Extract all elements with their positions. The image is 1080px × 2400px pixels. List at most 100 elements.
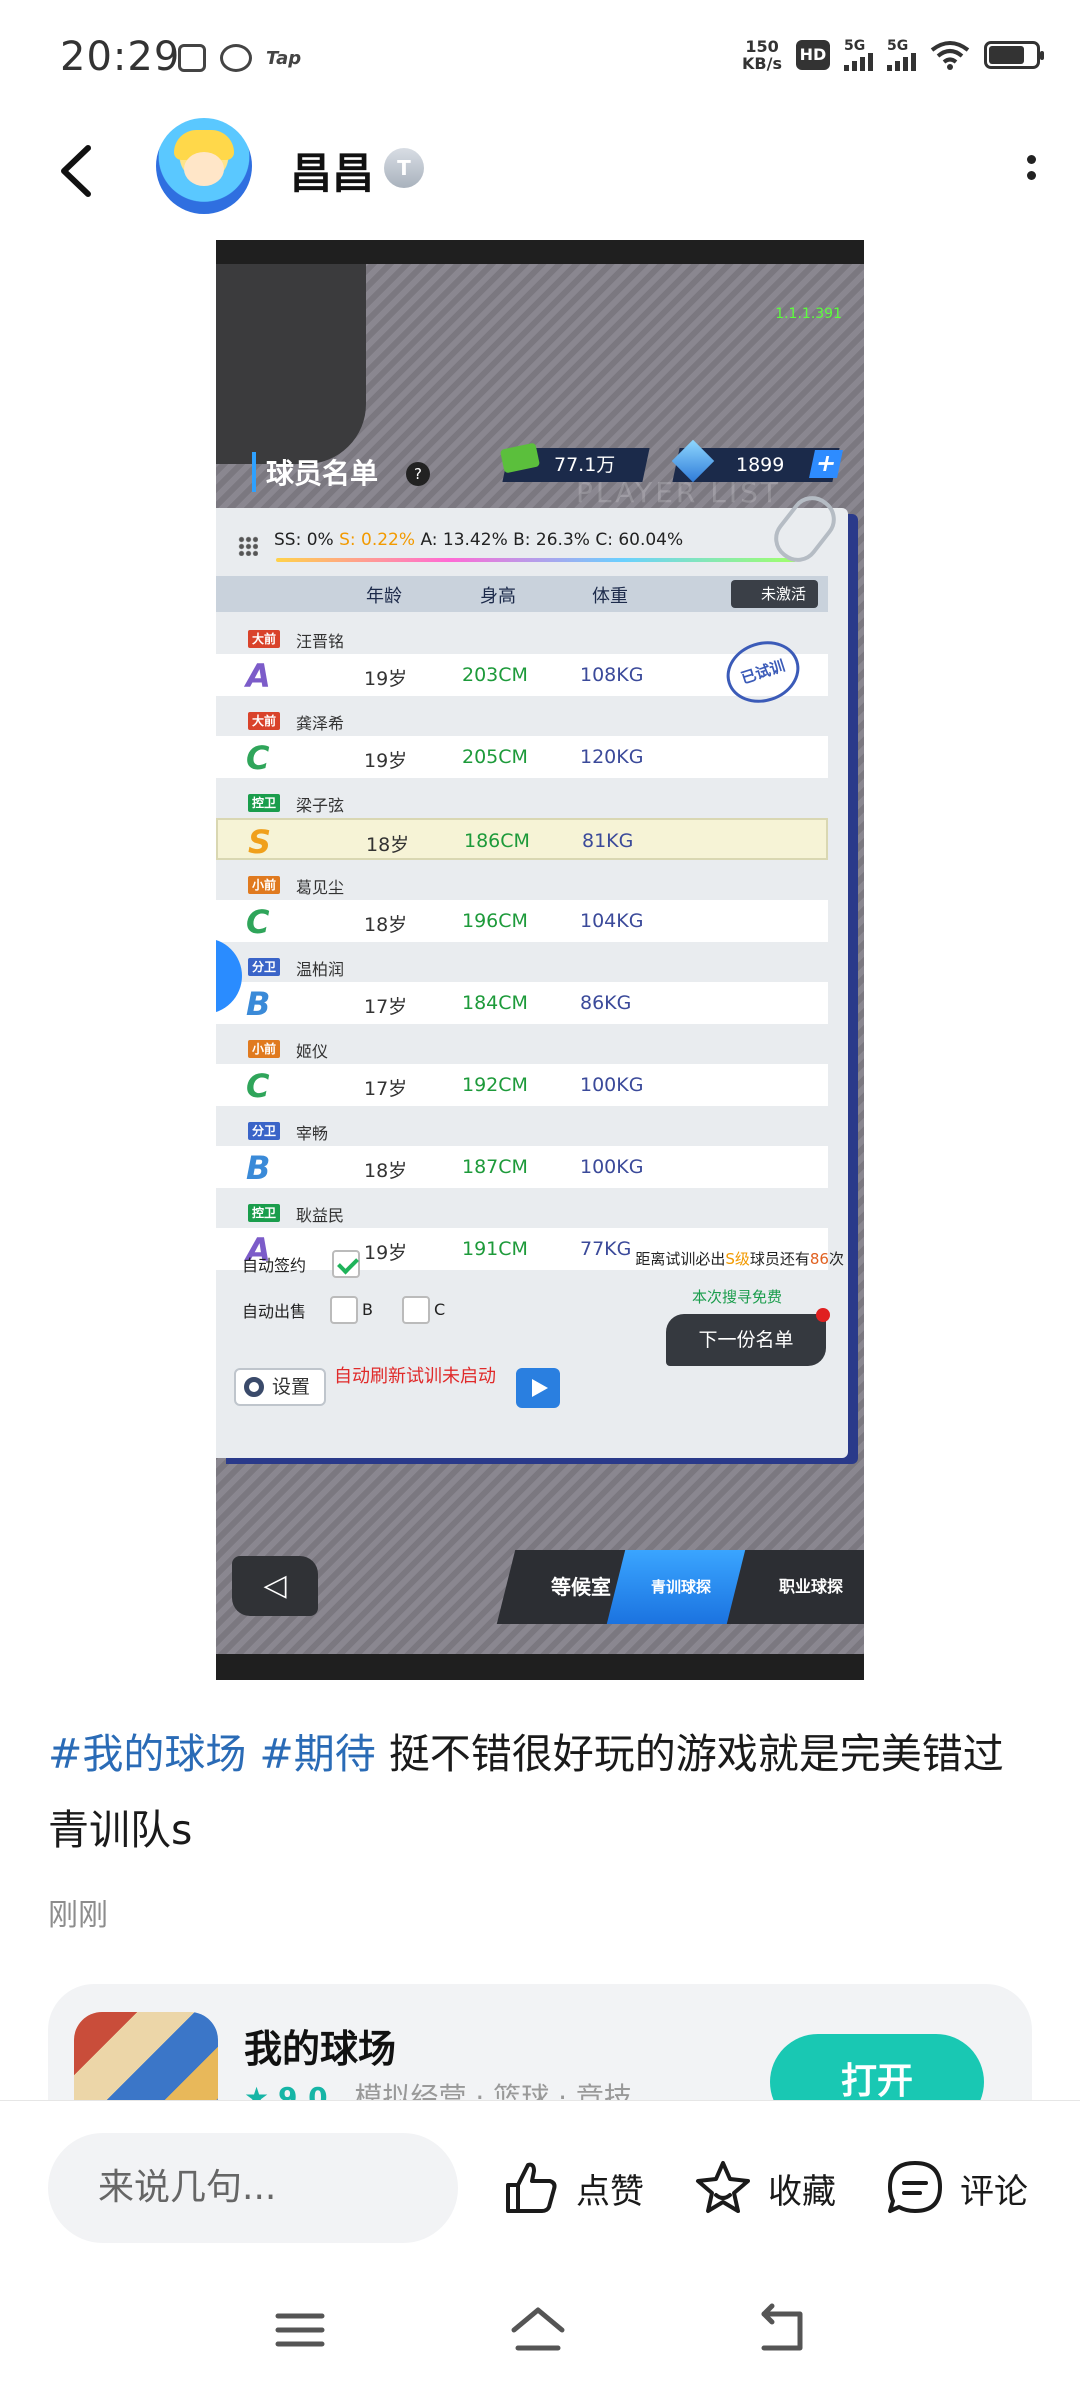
player-name: 汪晋铭	[296, 632, 345, 651]
taptap-notification-icon: Tap	[266, 47, 302, 69]
dist-ss: SS: 0%	[274, 530, 334, 550]
auto-sign-checkbox	[332, 1250, 360, 1278]
post-body: #我的球场 #期待 挺不错很好玩的游戏就是完美错过青训队s	[48, 1716, 1038, 1868]
distribution-bar	[276, 558, 796, 562]
hashtag-link[interactable]: #我的球场	[48, 1730, 246, 1778]
comment-bubble-icon	[888, 2161, 942, 2213]
player-height: 203CM	[462, 664, 528, 686]
play-icon	[516, 1368, 560, 1408]
player-name-bar: 大前 汪晋铭	[216, 622, 828, 652]
player-data-bar: A 19岁 203CM 108KG 已试训	[216, 632, 828, 712]
back-nav-icon[interactable]	[750, 2300, 810, 2360]
player-age: 18岁	[364, 1160, 408, 1182]
player-row: 分卫 温柏润 B 17岁 184CM 86KG	[216, 944, 828, 1026]
status-time: 20:29	[60, 34, 181, 80]
player-grade: C	[246, 739, 270, 777]
player-height: 192CM	[462, 1074, 528, 1096]
comment-button[interactable]: 评论	[884, 2153, 1028, 2223]
notification-dot	[816, 1308, 830, 1322]
player-grade: C	[246, 1067, 270, 1105]
col-weight: 体重	[592, 586, 628, 607]
system-nav-bar	[0, 2270, 1080, 2400]
avatar[interactable]	[156, 118, 252, 214]
player-position-badge: 控卫	[248, 1204, 281, 1222]
game-bottom-nav: ◁ 等候室 青训球探 职业球探	[216, 1510, 864, 1630]
player-height: 184CM	[462, 992, 528, 1014]
user-name[interactable]: 昌昌	[290, 140, 374, 201]
auto-sign-label: 自动签约	[242, 1256, 307, 1275]
player-age: 19岁	[364, 750, 408, 772]
thumbs-up-icon	[506, 2162, 557, 2213]
favorite-button[interactable]: 收藏	[692, 2153, 836, 2223]
signal-icon-sim2: 5G	[887, 39, 916, 71]
signal-label-sim2: 5G	[887, 38, 909, 54]
player-name-bar: 分卫 温柏润	[216, 950, 828, 980]
player-grade: A	[246, 657, 271, 695]
player-row: 小前 葛见尘 C 18岁 196CM 104KG	[216, 862, 828, 944]
player-position-badge: 分卫	[248, 958, 281, 976]
player-name: 宰畅	[296, 1124, 329, 1143]
back-arrow-icon[interactable]	[48, 136, 108, 206]
remain-suffix: 次	[828, 1250, 844, 1268]
player-age: 18岁	[366, 834, 410, 856]
app-name: 我的球场	[244, 2027, 397, 2071]
more-options-icon[interactable]	[1016, 148, 1046, 198]
wifi-icon	[930, 41, 970, 70]
s-grade-remaining: 距离试训必出S级球员还有86次	[635, 1248, 844, 1269]
player-data-bar: B 18岁 187CM 100KG	[216, 1146, 828, 1188]
col-height: 身高	[480, 586, 516, 607]
remain-prefix: 距离试训必出	[635, 1250, 726, 1268]
player-height: 196CM	[462, 910, 528, 932]
player-row: 分卫 宰畅 B 18岁 187CM 100KG	[216, 1108, 828, 1190]
player-position-badge: 小前	[248, 1040, 281, 1058]
remain-count: 86	[809, 1250, 829, 1268]
tab-pro-scout-label: 职业球探	[778, 1577, 843, 1596]
auto-refresh-status: 自动刷新试训未启动	[334, 1366, 496, 1387]
comment-label: 评论	[960, 2171, 1028, 2212]
game-back-button: ◁	[232, 1556, 318, 1616]
player-weight: 108KG	[580, 664, 644, 686]
player-age: 17岁	[364, 996, 408, 1018]
player-name-bar: 小前 姬仪	[216, 1032, 828, 1062]
auto-sell-b-label: B	[362, 1300, 373, 1319]
player-row: 大前 汪晋铭 A 19岁 203CM 108KG 已试训	[216, 616, 828, 712]
status-bar: 20:29 Tap 150 KB/s HD 5G 5G	[0, 0, 1080, 118]
player-position-badge: 控卫	[248, 794, 281, 812]
menu-icon[interactable]	[270, 2300, 330, 2360]
post-image[interactable]: 1.1.1.391 球员名单 ? 77.1万 1899 + PLAYER LIS…	[216, 240, 864, 1680]
player-name-bar: 大前 龚泽希	[216, 704, 828, 734]
next-list-button: 下一份名单	[666, 1314, 826, 1366]
favorite-label: 收藏	[768, 2171, 836, 2212]
gear-icon	[244, 1377, 264, 1397]
hd-voice-icon: HD	[796, 40, 830, 70]
settings-button: 设置	[234, 1368, 326, 1406]
remain-mid: 球员还有	[749, 1250, 810, 1268]
player-height: 187CM	[462, 1156, 528, 1178]
game-watermark: PLAYER LIST	[576, 476, 781, 509]
battery-icon	[984, 41, 1044, 69]
network-speed: 150 KB/s	[742, 38, 782, 72]
auto-sell-b-checkbox	[330, 1296, 358, 1324]
grip-icon	[238, 536, 258, 556]
post-timestamp: 刚刚	[48, 1898, 108, 1933]
player-list-card: SS: 0% S: 0.22% A: 13.42% B: 26.3% C: 60…	[216, 487, 848, 1458]
player-name: 梁子弦	[296, 796, 345, 815]
game-corner-shape	[216, 264, 366, 464]
network-speed-unit: KB/s	[742, 54, 782, 73]
tab-pro-scout: 职业球探	[726, 1550, 864, 1624]
table-header: 年龄 身高 体重 未激活	[216, 576, 828, 612]
signal-label-sim1: 5G	[844, 38, 866, 54]
gallery-notification-icon	[178, 44, 206, 72]
game-version: 1.1.1.391	[775, 306, 842, 322]
hashtag-link[interactable]: #期待	[259, 1730, 375, 1778]
comment-input[interactable]: 来说几句...	[48, 2133, 458, 2243]
player-name: 温柏润	[296, 960, 345, 979]
home-icon[interactable]	[508, 2300, 568, 2360]
like-button[interactable]: 点赞	[500, 2153, 644, 2223]
player-age: 19岁	[364, 668, 408, 690]
player-age: 18岁	[364, 914, 408, 936]
player-name: 姬仪	[296, 1042, 329, 1061]
player-weight: 104KG	[580, 910, 644, 932]
player-data-bar: S 18岁 186CM 81KG	[216, 818, 828, 860]
player-weight: 86KG	[580, 992, 632, 1014]
